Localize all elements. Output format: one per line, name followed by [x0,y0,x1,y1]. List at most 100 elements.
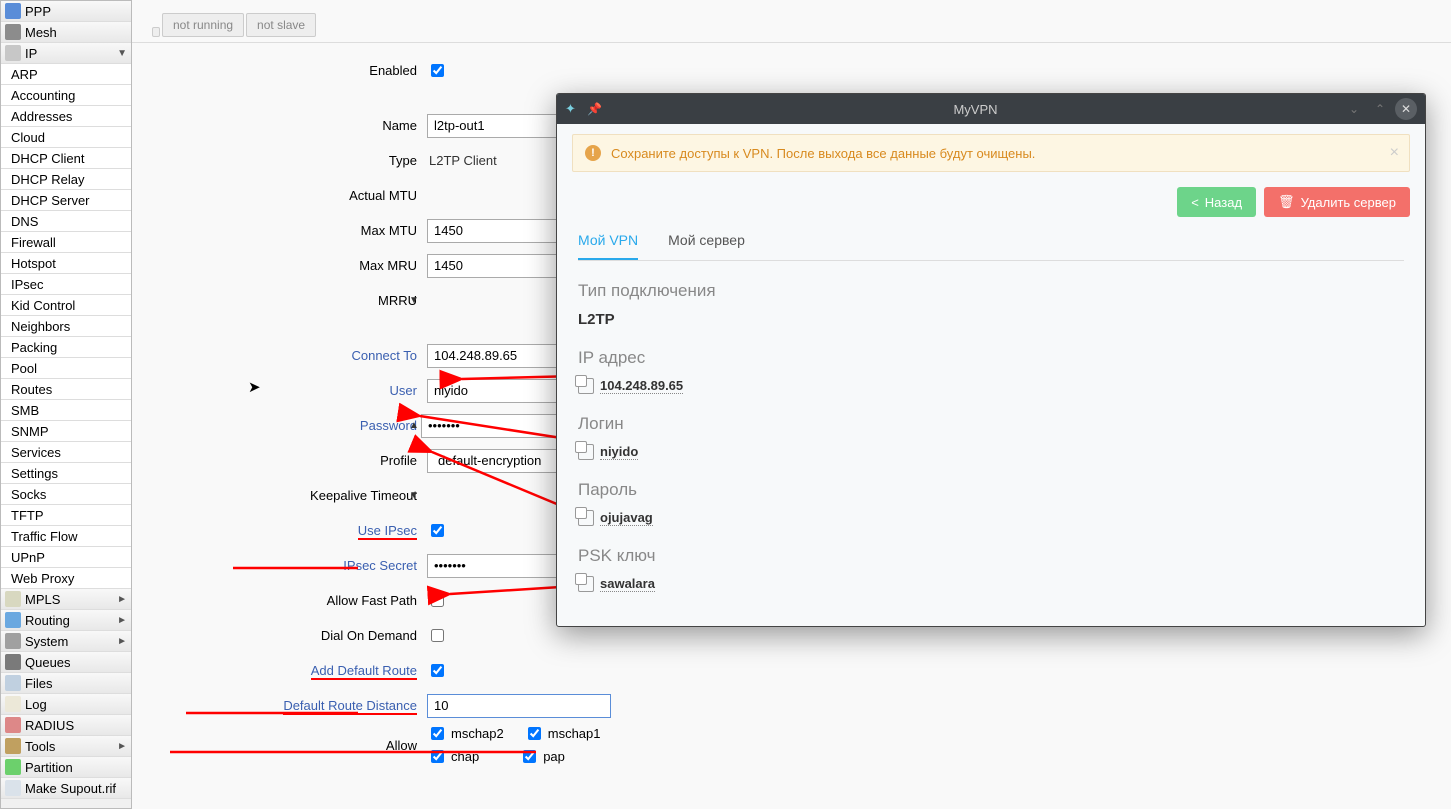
sidebar-item-arp[interactable]: ARP [1,64,131,85]
psk-value[interactable]: sawalara [578,576,1404,592]
app-icon: ✦ [565,101,581,117]
sidebar-item-cloud[interactable]: Cloud [1,127,131,148]
dialog-titlebar[interactable]: ✦ 📌 MyVPN ⌄ ⌃ ✕ [557,94,1425,124]
mesh-icon [5,24,21,40]
sidebar-item-tftp[interactable]: TFTP [1,505,131,526]
sidebar-item-pool[interactable]: Pool [1,358,131,379]
ip-label: IP адрес [578,348,1404,368]
sidebar-item-accounting[interactable]: Accounting [1,85,131,106]
sidebar-item-packing[interactable]: Packing [1,337,131,358]
alert-close-icon[interactable]: × [1390,144,1399,162]
maximize-icon[interactable]: ⌃ [1369,98,1391,120]
sidebar-item-socks[interactable]: Socks [1,484,131,505]
enabled-checkbox[interactable] [431,64,444,77]
label-max-mtu: Max MTU [132,223,427,238]
copy-icon[interactable] [578,576,594,592]
copy-icon[interactable] [578,378,594,394]
delete-server-button[interactable]: 🗑 Удалить сервер [1264,187,1410,217]
close-icon[interactable]: ✕ [1395,98,1417,120]
chevron-right-icon: ► [117,636,127,647]
label-name: Name [132,118,427,133]
minimize-icon[interactable]: ⌄ [1343,98,1365,120]
copy-icon[interactable] [578,444,594,460]
sidebar-item-upnp[interactable]: UPnP [1,547,131,568]
sidebar-item-web-proxy[interactable]: Web Proxy [1,568,131,589]
ip-value[interactable]: 104.248.89.65 [578,378,1404,394]
sidebar-item-dhcp-client[interactable]: DHCP Client [1,148,131,169]
label-ipsec-secret: IPsec Secret [132,558,427,573]
sidebar-item-mpls[interactable]: MPLS► [1,589,131,610]
ip-icon [5,45,21,61]
sidebar-item-dhcp-server[interactable]: DHCP Server [1,190,131,211]
sidebar-item-queues[interactable]: Queues [1,652,131,673]
sidebar-item-kid-control[interactable]: Kid Control [1,295,131,316]
sidebar-item-files[interactable]: Files [1,673,131,694]
allow-mschap1[interactable]: mschap1 [524,724,601,743]
allow-pap[interactable]: pap [519,747,565,766]
label-keepalive: Keepalive Timeout [132,488,427,503]
files-icon [5,675,21,691]
sidebar-item-settings[interactable]: Settings [1,463,131,484]
ppp-icon [5,3,21,19]
label-allow-fast-path: Allow Fast Path [132,593,427,608]
alert-text: Сохраните доступы к VPN. После выхода вс… [611,146,1035,161]
warning-icon: ! [585,145,601,161]
label-password: Password [132,418,427,433]
add-default-route-checkbox[interactable] [431,664,444,677]
label-dial-on-demand: Dial On Demand [132,628,427,643]
copy-icon[interactable] [578,510,594,526]
sidebar-item-services[interactable]: Services [1,442,131,463]
expand-icon[interactable]: ▼ [407,490,421,501]
routing-icon [5,612,21,628]
use-ipsec-checkbox[interactable] [431,524,444,537]
allow-mschap2[interactable]: mschap2 [427,724,504,743]
sidebar-item-ipsec[interactable]: IPsec [1,274,131,295]
sidebar-item-radius[interactable]: RADIUS [1,715,131,736]
sidebar-item-mesh[interactable]: Mesh [1,22,131,43]
label-allow: Allow [132,738,427,753]
sidebar-item-ppp[interactable]: PPP [1,1,131,22]
vpn-dialog: ✦ 📌 MyVPN ⌄ ⌃ ✕ ! Сохраните доступы к VP… [556,93,1426,627]
password-value[interactable]: ojujavag [578,510,1404,526]
chevron-right-icon: ► [117,594,127,605]
sidebar-item-tools[interactable]: Tools► [1,736,131,757]
tab-my-vpn[interactable]: Мой VPN [578,232,638,260]
queues-icon [5,654,21,670]
sidebar-item-addresses[interactable]: Addresses [1,106,131,127]
sidebar-item-firewall[interactable]: Firewall [1,232,131,253]
allow-fast-path-checkbox[interactable] [431,594,444,607]
pin-icon[interactable]: 📌 [587,102,602,116]
sidebar-item-partition[interactable]: Partition [1,757,131,778]
sidebar-item-smb[interactable]: SMB [1,400,131,421]
sidebar-item-dhcp-relay[interactable]: DHCP Relay [1,169,131,190]
cursor-icon: ➤ [248,378,261,396]
back-button[interactable]: < Назад [1177,187,1256,217]
sidebar-item-ip[interactable]: IP ▼ [1,43,131,64]
supout-icon [5,780,21,796]
sidebar-item-hotspot[interactable]: Hotspot [1,253,131,274]
dial-on-demand-checkbox[interactable] [431,629,444,642]
sidebar-item-neighbors[interactable]: Neighbors [1,316,131,337]
sidebar-item-routing[interactable]: Routing► [1,610,131,631]
log-icon [5,696,21,712]
sidebar-item-dns[interactable]: DNS [1,211,131,232]
alert-banner: ! Сохраните доступы к VPN. После выхода … [572,134,1410,172]
tab-my-server[interactable]: Мой сервер [668,232,745,260]
label-type: Type [132,153,427,168]
sidebar-item-log[interactable]: Log [1,694,131,715]
label-use-ipsec: Use IPsec [132,523,427,538]
sidebar-item-routes[interactable]: Routes [1,379,131,400]
collapse-icon[interactable]: ▲ [407,420,421,431]
sidebar-item-make-supoutrif[interactable]: Make Supout.rif [1,778,131,799]
sidebar-item-snmp[interactable]: SNMP [1,421,131,442]
sidebar-item-traffic-flow[interactable]: Traffic Flow [1,526,131,547]
password-label: Пароль [578,480,1404,500]
label-mrru: MRRU [132,293,427,308]
tag-not-slave: not slave [246,13,316,37]
sidebar-item-system[interactable]: System► [1,631,131,652]
login-value[interactable]: niyido [578,444,1404,460]
default-route-distance-input[interactable] [427,694,611,718]
allow-chap[interactable]: chap [427,747,479,766]
expand-icon[interactable]: ▼ [407,295,421,306]
radius-icon [5,717,21,733]
